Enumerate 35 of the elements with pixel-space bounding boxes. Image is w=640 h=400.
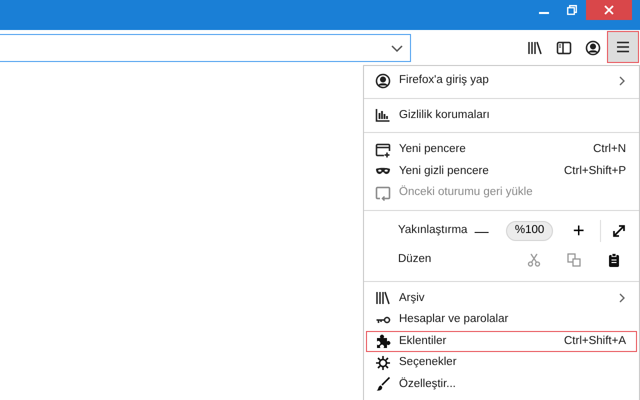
menu-item[interactable]: Eklentiler Ctrl+Shift+A: [366, 330, 637, 352]
menu-item[interactable]: Seçenekler: [366, 352, 637, 374]
gear-icon: [375, 354, 391, 371]
clipboard-icon: [606, 252, 622, 268]
scissors-icon: [526, 252, 542, 268]
menu-label: Yakınlaştırma: [398, 223, 468, 238]
zoom-out-button[interactable]: —: [467, 220, 496, 242]
brush-icon: [375, 376, 391, 392]
sidebar-icon: [556, 40, 572, 56]
menu-item[interactable]: Özelleştir...: [366, 374, 637, 395]
menu-item[interactable]: Arşiv: [366, 288, 637, 309]
menu-item[interactable]: Gizlilik korumaları: [366, 104, 637, 126]
menu-item[interactable]: Hesaplar ve parolalar: [366, 309, 637, 330]
menu-item[interactable]: Yeni gizli pencere Ctrl+Shift+P: [366, 160, 637, 182]
zoom-in-button[interactable]: +: [567, 220, 590, 242]
menu-item[interactable]: Yeni pencere Ctrl+N: [366, 139, 637, 160]
chart-icon: [375, 107, 391, 124]
account-icon: [375, 72, 391, 89]
fullscreen-icon: [611, 223, 628, 239]
menu-icon: [615, 39, 631, 55]
menu-label: Düzen: [398, 252, 432, 268]
puzzle-icon: [375, 333, 391, 350]
address-field[interactable]: [0, 34, 411, 62]
menu-item[interactable]: Firefox'a giriş yap: [366, 70, 637, 92]
maximize-icon: [567, 5, 577, 15]
copy-icon: [566, 252, 582, 268]
close-button[interactable]: [586, 0, 632, 20]
new-window-icon: [375, 142, 391, 158]
close-icon: [604, 5, 614, 15]
zoom-reset-button[interactable]: %100: [506, 221, 554, 241]
restore-icon: [375, 184, 391, 201]
library-icon: [527, 40, 543, 56]
menu-button[interactable]: [608, 32, 638, 62]
account-icon: [585, 40, 601, 56]
library-icon: [375, 290, 391, 306]
